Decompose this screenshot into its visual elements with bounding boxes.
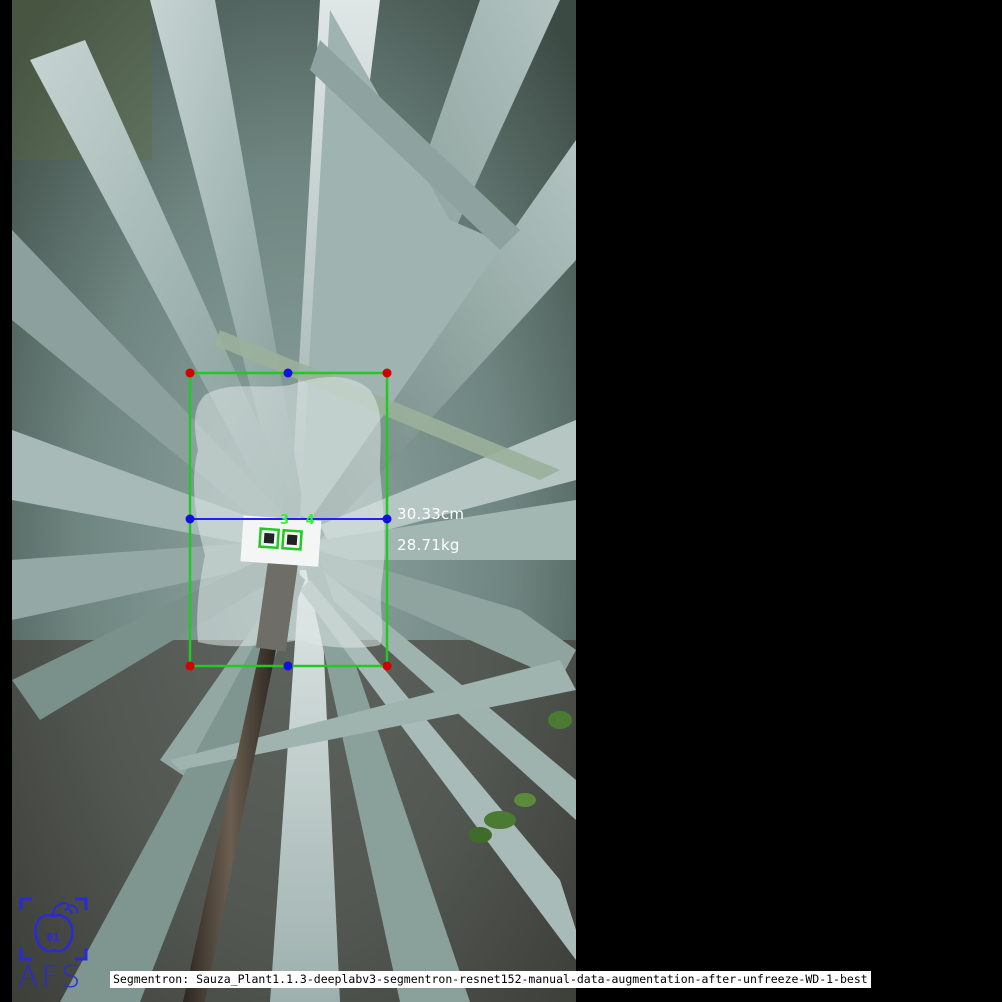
model-caption: Segmentron: Sauza_Plant1.1.3-deeplabv3-s…	[110, 971, 871, 988]
bbox-midpoint	[283, 368, 293, 378]
bbox-midpoint	[382, 514, 392, 524]
svg-text:01: 01	[46, 931, 60, 944]
weight-estimate-label: 28.71kg	[397, 536, 460, 554]
bbox-corner-point	[185, 661, 195, 671]
bbox-midpoint	[283, 661, 293, 671]
bbox-corner-point	[185, 368, 195, 378]
photo-scene	[0, 0, 1002, 1002]
bbox-corner-point	[382, 368, 392, 378]
bbox-midpoint	[185, 514, 195, 524]
bbox-corner-point	[382, 661, 392, 671]
marker-id-labels: 3 4	[280, 513, 321, 528]
width-measurement-label: 30.33cm	[397, 505, 465, 523]
photo	[12, 0, 576, 1002]
afs-logo-text: AFS	[18, 960, 84, 995]
